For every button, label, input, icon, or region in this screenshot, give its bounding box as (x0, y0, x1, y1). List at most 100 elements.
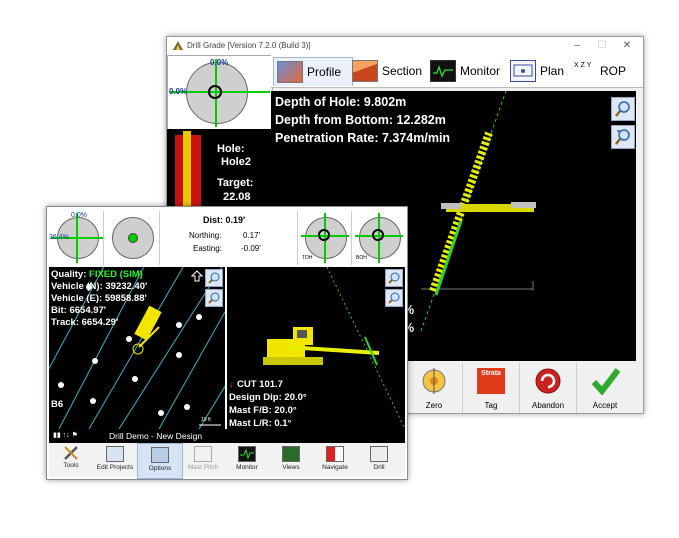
bit-readout: Bit: 6654.97' (51, 305, 107, 316)
mast-pitch-button[interactable]: Mast Pitch (181, 443, 225, 477)
monitor-icon (430, 60, 456, 82)
vehicle-east: Vehicle (E): 59858.88' (51, 293, 147, 304)
tools-label: Tools (63, 462, 79, 469)
edit-projects-button[interactable]: Edit Projects (93, 443, 137, 477)
monitor-button[interactable]: Monitor (225, 443, 269, 477)
status-bar (405, 343, 636, 361)
track-readout: Track: 6654.29' (51, 317, 119, 328)
app-logo-icon (172, 40, 184, 51)
views-icon (282, 446, 300, 462)
action-bar: Zero Strata Tag Abandon Accept (405, 363, 643, 413)
depth-from-bottom: Depth from Bottom: 12.282m (275, 113, 446, 127)
views-label: Views (282, 464, 300, 471)
gear-icon (151, 447, 169, 463)
drill-label: Drill (373, 464, 385, 471)
crosshair-icon (372, 229, 384, 241)
zoom-out-button[interactable] (385, 289, 403, 307)
options-button[interactable]: Options (137, 443, 183, 479)
close-button[interactable]: ✕ (620, 39, 634, 53)
quality-readout: Quality: FIXED (SIM) (51, 269, 143, 280)
easting-value: -0.09' (241, 244, 261, 253)
mast-fb: Mast F/B: 20.0° (229, 405, 297, 416)
northing-value: 0.17' (243, 231, 261, 240)
design-dip: Design Dip: 20.0° (229, 392, 307, 403)
zoom-out-icon (388, 292, 400, 304)
monitor-label: Monitor (236, 464, 258, 471)
zoom-in-button[interactable] (205, 269, 223, 287)
view-tabs: Profile Section Monitor Plan X Z Y ROP (271, 55, 643, 88)
target-value: 22.08 (223, 191, 251, 203)
position-dot-icon (128, 233, 138, 243)
profile-icon (277, 61, 303, 83)
zoom-in-button[interactable] (385, 269, 403, 287)
zero-button[interactable]: Zero (405, 363, 462, 413)
depth-of-hole: Depth of Hole: 9.802m (275, 95, 407, 109)
easting-label: Easting: (193, 244, 222, 253)
zoom-in-icon (388, 272, 400, 284)
status-bar: ▮▮ ↑↓ ⚑ Drill Demo - New Design (49, 429, 405, 443)
compass-2 (105, 211, 160, 265)
distance-readout: Dist: 0.19' Northing: 0.17' Easting: -0.… (161, 211, 298, 265)
accept-label: Accept (592, 401, 618, 410)
tab-profile[interactable]: Profile (273, 57, 353, 86)
target-label: Target: (217, 177, 254, 189)
views-button[interactable]: Views (269, 443, 313, 477)
boh-tag: BOH (356, 255, 367, 261)
vehicle-north: Vehicle (N): 39232.40' (51, 281, 148, 292)
tab-label: Monitor (460, 64, 501, 78)
zoom-out-icon (615, 129, 630, 145)
cut-arrow-icon: ↓ (229, 379, 234, 389)
main-toolbar: Tools Edit Projects Options Mast Pitch M… (49, 443, 405, 479)
hole-value: Hole2 (221, 156, 251, 168)
flag-icon (326, 446, 344, 462)
scale-label: 10 ft (201, 417, 211, 423)
tag-label: Tag (484, 401, 498, 410)
zoom-out-button[interactable] (611, 125, 635, 149)
section-icon (352, 60, 378, 82)
compass-top-percent: 0.0% (210, 58, 229, 67)
tab-monitor[interactable]: Monitor (427, 57, 509, 85)
tab-rop[interactable]: X Z Y ROP (571, 57, 643, 85)
crosshair-icon (318, 229, 330, 241)
accept-button[interactable]: Accept (576, 363, 633, 413)
tools-button[interactable]: Tools (49, 443, 93, 477)
tab-label: Plan (540, 64, 565, 78)
mast-pitch-icon (194, 446, 212, 462)
checkmark-icon (591, 368, 621, 395)
north-arrow-icon[interactable] (190, 269, 204, 282)
tab-plan[interactable]: Plan (507, 57, 573, 85)
zero-label: Zero (425, 401, 443, 410)
tab-label: Profile (307, 65, 342, 79)
dist-title: Dist: 0.19' (203, 215, 246, 225)
compass-top-percent: 0.0% (71, 212, 87, 219)
tab-label: ROP (600, 64, 627, 78)
navigate-label: Navigate (322, 464, 348, 471)
title-bar: Drill Grade [Version 7.2.0 (Build 3)] – … (167, 37, 643, 55)
navigate-button[interactable]: Navigate (313, 443, 357, 477)
zoom-out-button[interactable] (205, 289, 223, 307)
mast-lr: Mast L/R: 0.1° (229, 418, 292, 429)
zoom-in-icon (208, 272, 220, 284)
tab-label: Section (382, 64, 423, 78)
tab-section[interactable]: Section (349, 57, 429, 85)
boh-compass: BOH (353, 211, 405, 265)
tag-button[interactable]: Strata Tag (462, 363, 519, 413)
zero-icon (422, 368, 446, 394)
wrench-icon (63, 446, 79, 460)
zoom-in-button[interactable] (611, 97, 635, 121)
rig-sideview (263, 327, 380, 366)
minimize-button[interactable]: – (570, 39, 584, 53)
drill-button[interactable]: Drill (357, 443, 401, 477)
abandon-button[interactable]: Abandon (519, 363, 576, 413)
abandon-icon (535, 368, 561, 394)
drill-icon (370, 446, 388, 462)
toh-compass: TOH (299, 211, 352, 265)
maximize-button[interactable]: ☐ (595, 39, 609, 53)
plan-view: Quality: FIXED (SIM) Vehicle (N): 39232.… (49, 267, 225, 429)
abandon-label: Abandon (531, 401, 565, 410)
toh-tag: TOH (302, 255, 313, 261)
drill-demo-window: 0.0% 36.4% Dist: 0.19' Northing: 0.17' E… (46, 206, 408, 480)
quality-value: FIXED (SIM) (89, 269, 143, 280)
northing-label: Northing: (189, 231, 222, 240)
project-title: Drill Demo - New Design (109, 431, 203, 441)
